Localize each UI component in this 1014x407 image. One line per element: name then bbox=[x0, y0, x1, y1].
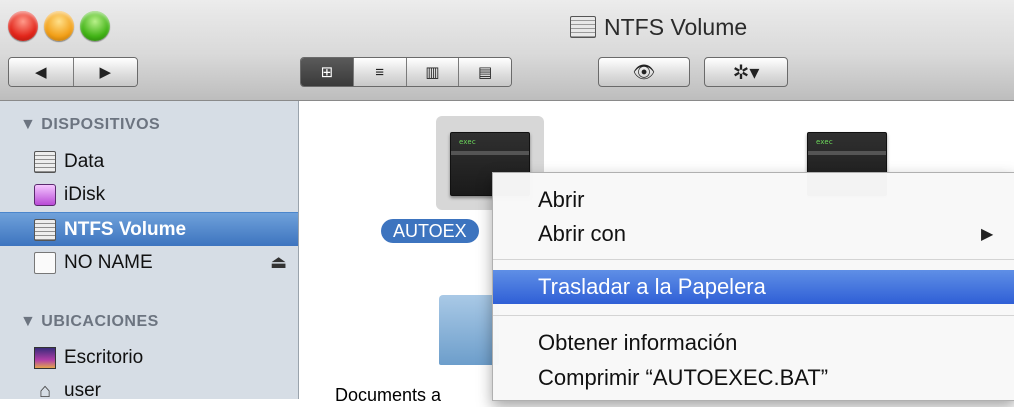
drive-icon bbox=[570, 16, 596, 38]
list-view-icon: ≡ bbox=[375, 63, 384, 81]
window-title: NTFS Volume bbox=[570, 12, 747, 42]
menu-item-trasladar-papelera[interactable]: Trasladar a la Papelera bbox=[493, 270, 1014, 304]
list-view-button[interactable]: ≡ bbox=[353, 58, 407, 86]
drive-icon bbox=[34, 150, 56, 173]
sidebar-item-label: iDisk bbox=[64, 183, 106, 205]
sidebar-item-user[interactable]: ⌂ user bbox=[0, 374, 298, 407]
coverflow-view-icon: ▤ bbox=[478, 64, 493, 81]
back-button[interactable]: ◀ bbox=[9, 58, 74, 86]
sidebar-heading-ubicaciones: ▼ UBICACIONES bbox=[20, 313, 159, 330]
sidebar: ▼ DISPOSITIVOS Data iDisk NTFS Volume NO… bbox=[0, 101, 299, 402]
terminal-bar bbox=[808, 151, 886, 155]
menu-item-obtener-informacion[interactable]: Obtener información bbox=[493, 326, 1014, 360]
window-toolbar: NTFS Volume ◀ ▶ ⊞ ≡ ▥ ▤ 👁 ✲▾ bbox=[0, 0, 1014, 101]
eye-icon: 👁 bbox=[632, 61, 656, 82]
menu-separator bbox=[493, 259, 1014, 260]
eject-icon[interactable]: ⏏ bbox=[270, 252, 287, 273]
sidebar-item-escritorio[interactable]: Escritorio bbox=[0, 341, 298, 374]
sidebar-item-label: user bbox=[64, 379, 101, 401]
menu-item-label: Comprimir “AUTOEXEC.BAT” bbox=[538, 365, 829, 390]
menu-separator bbox=[493, 315, 1014, 316]
coverflow-view-button[interactable]: ▤ bbox=[459, 58, 511, 86]
sidebar-item-idisk[interactable]: iDisk bbox=[0, 178, 298, 211]
sidebar-item-label: Data bbox=[64, 150, 105, 172]
column-view-button[interactable]: ▥ bbox=[406, 58, 460, 86]
sidebar-item-data[interactable]: Data bbox=[0, 145, 298, 178]
submenu-arrow-icon: ▶ bbox=[981, 226, 994, 243]
terminal-bar bbox=[451, 151, 529, 155]
sidebar-item-label: NTFS Volume bbox=[64, 218, 187, 240]
drive-icon bbox=[34, 218, 56, 241]
back-icon: ◀ bbox=[34, 64, 47, 81]
desktop-icon bbox=[34, 346, 56, 369]
menu-item-label: Trasladar a la Papelera bbox=[538, 274, 766, 299]
view-mode-control: ⊞ ≡ ▥ ▤ bbox=[300, 57, 512, 87]
forward-icon: ▶ bbox=[99, 64, 112, 81]
icon-view-icon: ⊞ bbox=[320, 64, 334, 81]
menu-item-abrir[interactable]: Abrir bbox=[493, 183, 1014, 217]
zoom-window-button[interactable] bbox=[80, 11, 110, 41]
exec-icon-text: exec bbox=[816, 138, 833, 146]
menu-item-label: Obtener información bbox=[538, 330, 738, 355]
icon-view-button[interactable]: ⊞ bbox=[301, 58, 354, 86]
menu-item-abrir-con[interactable]: Abrir con ▶ bbox=[493, 217, 1014, 251]
home-icon: ⌂ bbox=[38, 379, 52, 402]
action-menu-button[interactable]: ✲▾ bbox=[704, 57, 788, 87]
quick-look-button[interactable]: 👁 bbox=[598, 57, 690, 87]
idisk-icon bbox=[34, 183, 56, 206]
sidebar-item-no-name[interactable]: NO NAME ⏏ bbox=[0, 246, 298, 279]
sidebar-heading-dispositivos: ▼ DISPOSITIVOS bbox=[20, 116, 161, 133]
sidebar-item-label: NO NAME bbox=[64, 251, 153, 273]
column-view-icon: ▥ bbox=[425, 64, 440, 81]
back-forward-control: ◀ ▶ bbox=[8, 57, 138, 87]
close-window-button[interactable] bbox=[8, 11, 38, 41]
forward-button[interactable]: ▶ bbox=[73, 58, 137, 86]
menu-item-comprimir[interactable]: Comprimir “AUTOEXEC.BAT” bbox=[493, 361, 1014, 395]
sidebar-item-label: Escritorio bbox=[64, 346, 144, 368]
file-label-documents[interactable]: Documents a bbox=[335, 383, 441, 407]
context-menu: Abrir Abrir con ▶ Trasladar a la Papeler… bbox=[492, 172, 1014, 401]
menu-item-label: Abrir con bbox=[538, 221, 627, 246]
removable-disk-icon bbox=[34, 251, 56, 274]
exec-icon-text: exec bbox=[459, 138, 476, 146]
file-label-autoexec[interactable]: AUTOEX bbox=[381, 219, 479, 243]
sidebar-item-ntfs-volume[interactable]: NTFS Volume bbox=[0, 212, 298, 246]
menu-item-label: Abrir bbox=[538, 187, 585, 212]
folder-icon[interactable] bbox=[439, 295, 499, 365]
gear-icon: ✲▾ bbox=[732, 61, 760, 84]
window-title-text: NTFS Volume bbox=[604, 13, 748, 40]
minimize-window-button[interactable] bbox=[44, 11, 74, 41]
